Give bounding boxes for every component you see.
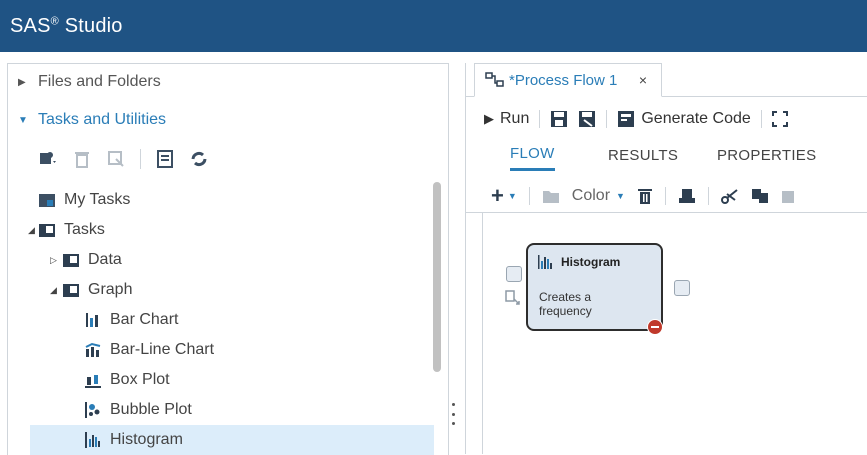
histogram-node[interactable]: Histogram Creates a frequency xyxy=(526,243,663,335)
delete-icon[interactable] xyxy=(72,149,92,169)
expand-right-icon: ▶ xyxy=(18,76,26,88)
tasks-and-utilities-section[interactable]: ▼ Tasks and Utilities xyxy=(8,105,448,135)
bar-line-chart-icon xyxy=(85,342,101,357)
plus-icon: + xyxy=(491,182,504,208)
toolbar-divider xyxy=(539,110,541,128)
run-button[interactable]: ▶ Run xyxy=(484,110,529,128)
generate-code-button[interactable]: Generate Code xyxy=(617,110,751,128)
save-as-icon[interactable] xyxy=(578,110,596,128)
tab-process-flow-1[interactable]: *Process Flow 1 × xyxy=(474,63,662,97)
toolbar-divider xyxy=(528,186,530,205)
scrollbar-thumb[interactable] xyxy=(433,182,441,372)
app-title: SAS® Studio xyxy=(10,14,123,37)
run-icon: ▶ xyxy=(484,111,494,126)
tab-properties[interactable]: PROPERTIES xyxy=(717,139,816,171)
toolbar-divider xyxy=(707,186,709,205)
toolbar-divider xyxy=(760,110,762,128)
toolbar-divider xyxy=(606,110,608,128)
generate-code-icon xyxy=(618,111,635,127)
process-flow-icon xyxy=(485,72,504,87)
tree-item-my-tasks[interactable]: My Tasks xyxy=(8,185,434,215)
tab-flow[interactable]: FLOW xyxy=(510,139,555,171)
tree-item-tasks[interactable]: ◢ Tasks xyxy=(8,215,434,245)
save-icon[interactable] xyxy=(550,110,568,128)
box-plot-icon xyxy=(85,375,101,388)
files-and-folders-section[interactable]: ▶ Files and Folders xyxy=(8,67,448,97)
toolbar-divider xyxy=(664,186,666,205)
flow-toolbar: ▶ Run Generate Code xyxy=(484,105,788,133)
tree-item-data[interactable]: ▷ Data xyxy=(8,245,434,275)
bar-chart-icon xyxy=(86,313,98,327)
folder-icon xyxy=(63,254,79,267)
delete-icon[interactable] xyxy=(637,187,653,205)
collapse-icon[interactable]: ◢ xyxy=(50,285,57,296)
close-tab-icon[interactable]: × xyxy=(639,72,647,88)
tab-results[interactable]: RESULTS xyxy=(608,139,678,171)
copy-icon[interactable] xyxy=(751,188,769,204)
process-flow-canvas[interactable]: Histogram Creates a frequency xyxy=(482,213,867,454)
cut-icon[interactable] xyxy=(720,188,739,204)
tree-item-bar-line-chart[interactable]: Bar-Line Chart xyxy=(8,335,434,365)
tree-item-histogram[interactable]: Histogram xyxy=(30,425,434,455)
folder-icon xyxy=(63,284,79,297)
work-area: *Process Flow 1 × ▶ Run Generate Code FL… xyxy=(465,63,867,454)
chevron-down-icon: ▼ xyxy=(616,190,625,201)
histogram-icon xyxy=(85,432,100,448)
app-header: SAS® Studio xyxy=(0,0,867,52)
paste-icon[interactable] xyxy=(781,188,795,204)
toolbar-divider xyxy=(140,149,141,169)
pane-resize-handle[interactable] xyxy=(452,403,456,425)
add-dropdown-button[interactable]: + ▼ xyxy=(491,183,517,209)
input-port[interactable] xyxy=(506,266,522,282)
tree-item-bubble-plot[interactable]: Bubble Plot xyxy=(8,395,434,425)
properties-icon[interactable] xyxy=(155,149,175,169)
node-description: Creates a frequency xyxy=(539,290,592,318)
flow-canvas-toolbar: + ▼ Color ▼ xyxy=(466,179,867,213)
node-header: Histogram xyxy=(537,254,620,270)
tree-item-box-plot[interactable]: Box Plot xyxy=(8,365,434,395)
editor-subtabs: FLOW RESULTS PROPERTIES xyxy=(466,139,867,171)
node-link-icon xyxy=(505,290,520,305)
chevron-down-icon: ▼ xyxy=(507,190,517,201)
folder-icon xyxy=(39,194,55,207)
folder-icon xyxy=(39,224,55,237)
error-status-icon[interactable] xyxy=(647,319,663,335)
histogram-icon xyxy=(538,255,552,269)
refresh-icon[interactable] xyxy=(189,149,209,169)
tasks-toolbar xyxy=(38,142,209,176)
tree-item-bar-chart[interactable]: Bar Chart xyxy=(8,305,434,335)
folder-open-icon[interactable] xyxy=(542,188,560,204)
new-task-dropdown-icon[interactable] xyxy=(38,149,58,169)
collapse-icon[interactable]: ◢ xyxy=(28,225,35,236)
collapse-down-icon: ▼ xyxy=(18,114,28,126)
color-dropdown-button[interactable]: Color ▼ xyxy=(572,187,625,205)
expand-icon[interactable]: ▷ xyxy=(50,255,57,266)
output-port[interactable] xyxy=(674,280,690,296)
navigation-pane: ▶ Files and Folders ▼ Tasks and Utilitie… xyxy=(7,63,449,455)
print-icon[interactable] xyxy=(678,188,696,204)
maximize-icon[interactable] xyxy=(771,111,788,127)
bubble-plot-icon xyxy=(85,402,100,418)
editor-tabbar: *Process Flow 1 × xyxy=(466,63,867,97)
tree-item-graph[interactable]: ◢ Graph xyxy=(8,275,434,305)
open-icon[interactable] xyxy=(106,149,126,169)
